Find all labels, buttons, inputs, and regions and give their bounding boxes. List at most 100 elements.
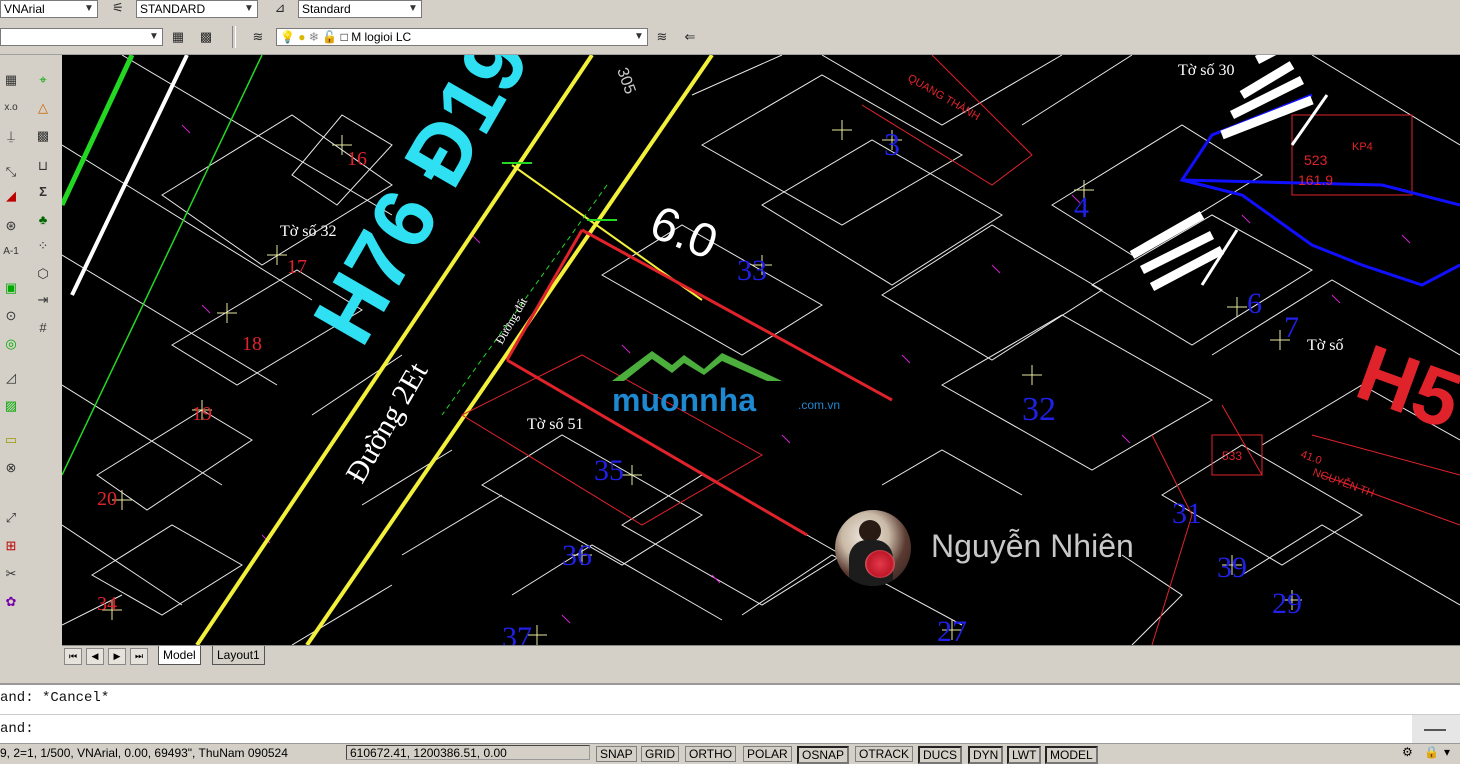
workspace-combo[interactable]: ▼ <box>0 28 163 46</box>
author-overlay: Nguyễn Nhiên <box>835 510 1165 586</box>
left-toolbars: ▦ x.o ⍊ ⤡ ◢ ⊛ A-1 ▣ ⊙ ◎ ◿ ▨ ▭ ⊗ ⤢ ⊞ ✂ ✿ … <box>0 55 63 660</box>
tree-icon[interactable]: ♣ <box>32 209 54 231</box>
styles-toolbar: VNArial ▼ ⚟ STANDARD ▼ ⊿ Standard ▼ <box>0 0 1460 18</box>
parcel-number-blue: 7 <box>1284 311 1299 344</box>
point-icon[interactable]: ⌖ <box>32 69 54 91</box>
wedge-icon[interactable]: ◢ <box>0 185 22 207</box>
cube-icon[interactable]: ⬡ <box>32 263 54 285</box>
command-history-line: and: *Cancel* <box>0 690 110 706</box>
chevron-down-icon: ▼ <box>408 3 418 14</box>
dim-style-combo[interactable]: Standard ▼ <box>298 0 422 18</box>
layer-manager-icon[interactable]: ≋ <box>248 27 268 47</box>
white-road-line <box>70 55 189 296</box>
dim-style-icon[interactable]: ⊿ <box>270 0 290 18</box>
blue-boundary <box>1179 93 1460 287</box>
layer-walk-icon[interactable]: ▭ <box>0 429 22 451</box>
layout-tabs-bar: ⏮ ◀ ▶ ⏭ Model Layout1 <box>62 645 1460 666</box>
layer-previous-icon[interactable]: ⇐ <box>680 27 700 47</box>
circle-zoom-icon[interactable]: ◎ <box>0 333 22 355</box>
grid-hash-icon[interactable]: # <box>32 317 54 339</box>
layer-match-icon[interactable]: ⊗ <box>0 457 22 479</box>
dimension-label: 6.0 <box>643 196 725 270</box>
layer-combo[interactable]: 💡 ● ❄ 🔓 □ M logioi LC ▼ <box>276 28 648 46</box>
arrow-right-icon[interactable]: ⇥ <box>32 289 54 311</box>
command-scrollbar[interactable] <box>1412 715 1460 743</box>
lwt-toggle[interactable]: LWT <box>1007 746 1042 764</box>
command-window[interactable]: and: *Cancel* and: <box>0 683 1460 745</box>
layer-state-icon[interactable]: ◿ <box>0 367 22 389</box>
offset-icon[interactable]: ⊞ <box>0 535 22 557</box>
first-tab-icon[interactable]: ⏮ <box>64 648 82 665</box>
chevron-down-icon: ▼ <box>244 3 254 14</box>
ducs-toggle[interactable]: DUCS <box>918 746 963 764</box>
parcel-number-blue: 6 <box>1247 287 1262 320</box>
break-icon[interactable]: ⍊ <box>0 125 22 147</box>
status-info: 9, 2=1, 1/500, VNArial, 0.00, 69493", Th… <box>0 746 288 760</box>
trim-icon[interactable]: ✂ <box>0 563 22 585</box>
model-toggle[interactable]: MODEL <box>1045 746 1098 764</box>
sheet-label-32: Tờ số 32 <box>280 223 336 240</box>
layer-isolate-icon[interactable]: ▨ <box>0 395 22 417</box>
plot-icon[interactable]: ▩ <box>196 27 216 47</box>
sheet-label-51: Tờ số 51 <box>527 416 583 433</box>
author-name: Nguyễn Nhiên <box>931 528 1134 564</box>
make-layer-current-icon[interactable]: ≋ <box>652 27 672 47</box>
tray-menu-icon[interactable]: ▾ <box>1444 745 1450 759</box>
red-tag: 533 <box>1222 449 1242 463</box>
explode-icon[interactable]: ⊙ <box>0 305 22 327</box>
font-combo-value: VNArial <box>4 2 45 16</box>
hatch-icon[interactable]: ▩ <box>32 125 54 147</box>
sun-icon: ● <box>298 30 306 44</box>
top-partial-label: 305 <box>613 66 638 97</box>
revcloud-icon[interactable]: ✿ <box>0 591 22 613</box>
parcel-number-red: 34 <box>97 593 117 615</box>
tray-settings-icon[interactable]: ⚙ <box>1402 745 1413 759</box>
text-style-combo[interactable]: STANDARD ▼ <box>136 0 258 18</box>
dyn-toggle[interactable]: DYN <box>968 746 1004 764</box>
xyz-icon[interactable]: x.o <box>0 97 22 119</box>
parcel-number-red: 20 <box>97 488 117 510</box>
sheet-label-partial: Tờ số <box>1307 337 1343 354</box>
parcel-number-blue: 36 <box>562 539 592 572</box>
owner-label: KP4 <box>1352 141 1373 153</box>
rotate-icon[interactable]: ⊛ <box>0 215 22 237</box>
stretch-icon[interactable]: ⤡ <box>0 161 22 183</box>
next-tab-icon[interactable]: ▶ <box>108 648 126 665</box>
font-combo[interactable]: VNArial ▼ <box>0 0 98 18</box>
parcel-number-blue: 35 <box>594 454 624 487</box>
owner-label: 41.0 <box>1299 449 1323 468</box>
tab-layout1[interactable]: Layout1 <box>212 646 265 665</box>
dirt-road-label: Đường đất <box>492 295 530 347</box>
table-icon[interactable]: ▦ <box>0 69 22 91</box>
watermark-brand: muonnha <box>612 382 756 415</box>
region-icon[interactable]: ⊔ <box>32 155 54 177</box>
coordinate-display[interactable]: 610672.41, 1200386.51, 0.00 <box>346 745 590 760</box>
block-icon[interactable]: ▣ <box>0 277 22 299</box>
command-divider <box>0 714 1460 715</box>
parcel-number-blue: 3 <box>884 126 900 162</box>
watermark-logo: muonnha .com.vn <box>612 345 852 418</box>
red-tag: 523 <box>1304 152 1328 168</box>
parcel-number-blue: 4 <box>1074 191 1089 224</box>
last-tab-icon[interactable]: ⏭ <box>130 648 148 665</box>
layers-toolbar: ▼ ▦ ▩ ≋ 💡 ● ❄ 🔓 □ M logioi LC ▼ ≋ ⇐ <box>0 18 1460 55</box>
grid-settings-icon[interactable]: ▦ <box>168 27 188 47</box>
house-roof-icon: muonnha .com.vn <box>612 351 840 418</box>
text-style-icon[interactable]: ⚟ <box>108 0 128 18</box>
command-prompt[interactable]: and: <box>0 721 34 737</box>
triangle-icon[interactable]: △ <box>32 97 54 119</box>
scatter-icon[interactable]: ⁘ <box>32 235 54 257</box>
parcel-number-blue: 33 <box>737 254 767 287</box>
parcel-number-red: 16 <box>347 148 367 170</box>
osnap-toggle[interactable]: OSNAP <box>797 746 850 764</box>
tray-lock-icon[interactable]: 🔒 <box>1424 745 1439 759</box>
parcel-number-blue: 27 <box>937 615 967 645</box>
prev-tab-icon[interactable]: ◀ <box>86 648 104 665</box>
attribute-icon[interactable]: A-1 <box>0 241 22 263</box>
tab-model[interactable]: Model <box>158 646 201 665</box>
layer-combo-value: M logioi LC <box>351 30 412 44</box>
bouquet-icon <box>865 550 895 578</box>
sum-icon[interactable]: Σ <box>32 181 54 203</box>
stretch-tool-icon[interactable]: ⤢ <box>0 507 22 529</box>
avatar-head <box>859 520 881 542</box>
